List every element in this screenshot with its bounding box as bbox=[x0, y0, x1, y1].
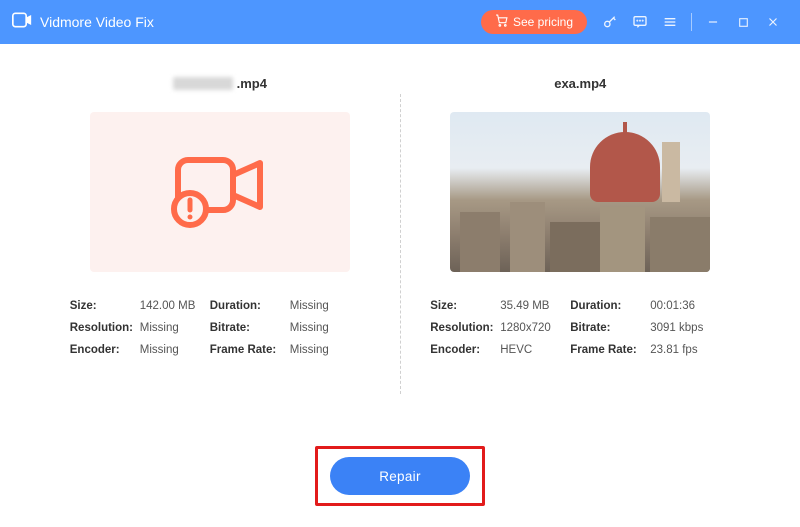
action-area: Repair bbox=[0, 444, 800, 506]
app-title: Vidmore Video Fix bbox=[40, 14, 154, 30]
resolution-value: 1280x720 bbox=[500, 322, 570, 334]
duration-value: Missing bbox=[290, 300, 360, 312]
thumbnail-buildings bbox=[450, 182, 710, 272]
duration-label: Duration: bbox=[210, 300, 290, 312]
app-logo: Vidmore Video Fix bbox=[12, 12, 154, 33]
duration-value: 00:01:36 bbox=[650, 300, 720, 312]
broken-filename-ext: .mp4 bbox=[237, 76, 267, 91]
bitrate-value: Missing bbox=[290, 322, 360, 334]
size-label: Size: bbox=[430, 300, 500, 312]
sample-preview bbox=[450, 112, 710, 272]
size-value: 35.49 MB bbox=[500, 300, 570, 312]
cart-icon bbox=[495, 14, 508, 30]
encoder-label: Encoder: bbox=[70, 344, 140, 356]
size-value: 142.00 MB bbox=[140, 300, 210, 312]
broken-preview bbox=[90, 112, 350, 272]
bitrate-label: Bitrate: bbox=[210, 322, 290, 334]
see-pricing-label: See pricing bbox=[513, 15, 573, 29]
maximize-button[interactable] bbox=[728, 7, 758, 37]
title-bar: Vidmore Video Fix See pricing bbox=[0, 0, 800, 44]
encoder-label: Encoder: bbox=[430, 344, 500, 356]
framerate-label: Frame Rate: bbox=[210, 344, 290, 356]
repair-button[interactable]: Repair bbox=[330, 457, 470, 495]
main-content: .mp4 Size: 142.00 MB Duration: Missing R… bbox=[0, 44, 800, 444]
bitrate-value: 3091 kbps bbox=[650, 322, 720, 334]
size-label: Size: bbox=[70, 300, 140, 312]
camera-icon bbox=[12, 12, 32, 33]
framerate-label: Frame Rate: bbox=[570, 344, 650, 356]
feedback-icon-button[interactable] bbox=[625, 7, 655, 37]
broken-filename: .mp4 bbox=[173, 74, 267, 92]
broken-video-icon bbox=[160, 145, 280, 240]
bitrate-label: Bitrate: bbox=[570, 322, 650, 334]
see-pricing-button[interactable]: See pricing bbox=[481, 10, 587, 34]
encoder-value: HEVC bbox=[500, 344, 570, 356]
sample-metadata: Size: 35.49 MB Duration: 00:01:36 Resolu… bbox=[430, 300, 730, 356]
broken-video-panel: .mp4 Size: 142.00 MB Duration: Missing R… bbox=[40, 74, 400, 434]
broken-metadata: Size: 142.00 MB Duration: Missing Resolu… bbox=[70, 300, 370, 356]
separator bbox=[691, 13, 692, 31]
duration-label: Duration: bbox=[570, 300, 650, 312]
blurred-name bbox=[173, 77, 233, 90]
encoder-value: Missing bbox=[140, 344, 210, 356]
framerate-value: Missing bbox=[290, 344, 360, 356]
resolution-label: Resolution: bbox=[70, 322, 140, 334]
menu-icon-button[interactable] bbox=[655, 7, 685, 37]
resolution-value: Missing bbox=[140, 322, 210, 334]
key-icon-button[interactable] bbox=[595, 7, 625, 37]
close-button[interactable] bbox=[758, 7, 788, 37]
framerate-value: 23.81 fps bbox=[650, 344, 720, 356]
sample-filename: exa.mp4 bbox=[554, 74, 606, 92]
highlight-ring: Repair bbox=[315, 446, 485, 506]
minimize-button[interactable] bbox=[698, 7, 728, 37]
resolution-label: Resolution: bbox=[430, 322, 500, 334]
sample-video-panel: exa.mp4 Size: 35.49 MB Duration: 00:01:3… bbox=[401, 74, 761, 434]
